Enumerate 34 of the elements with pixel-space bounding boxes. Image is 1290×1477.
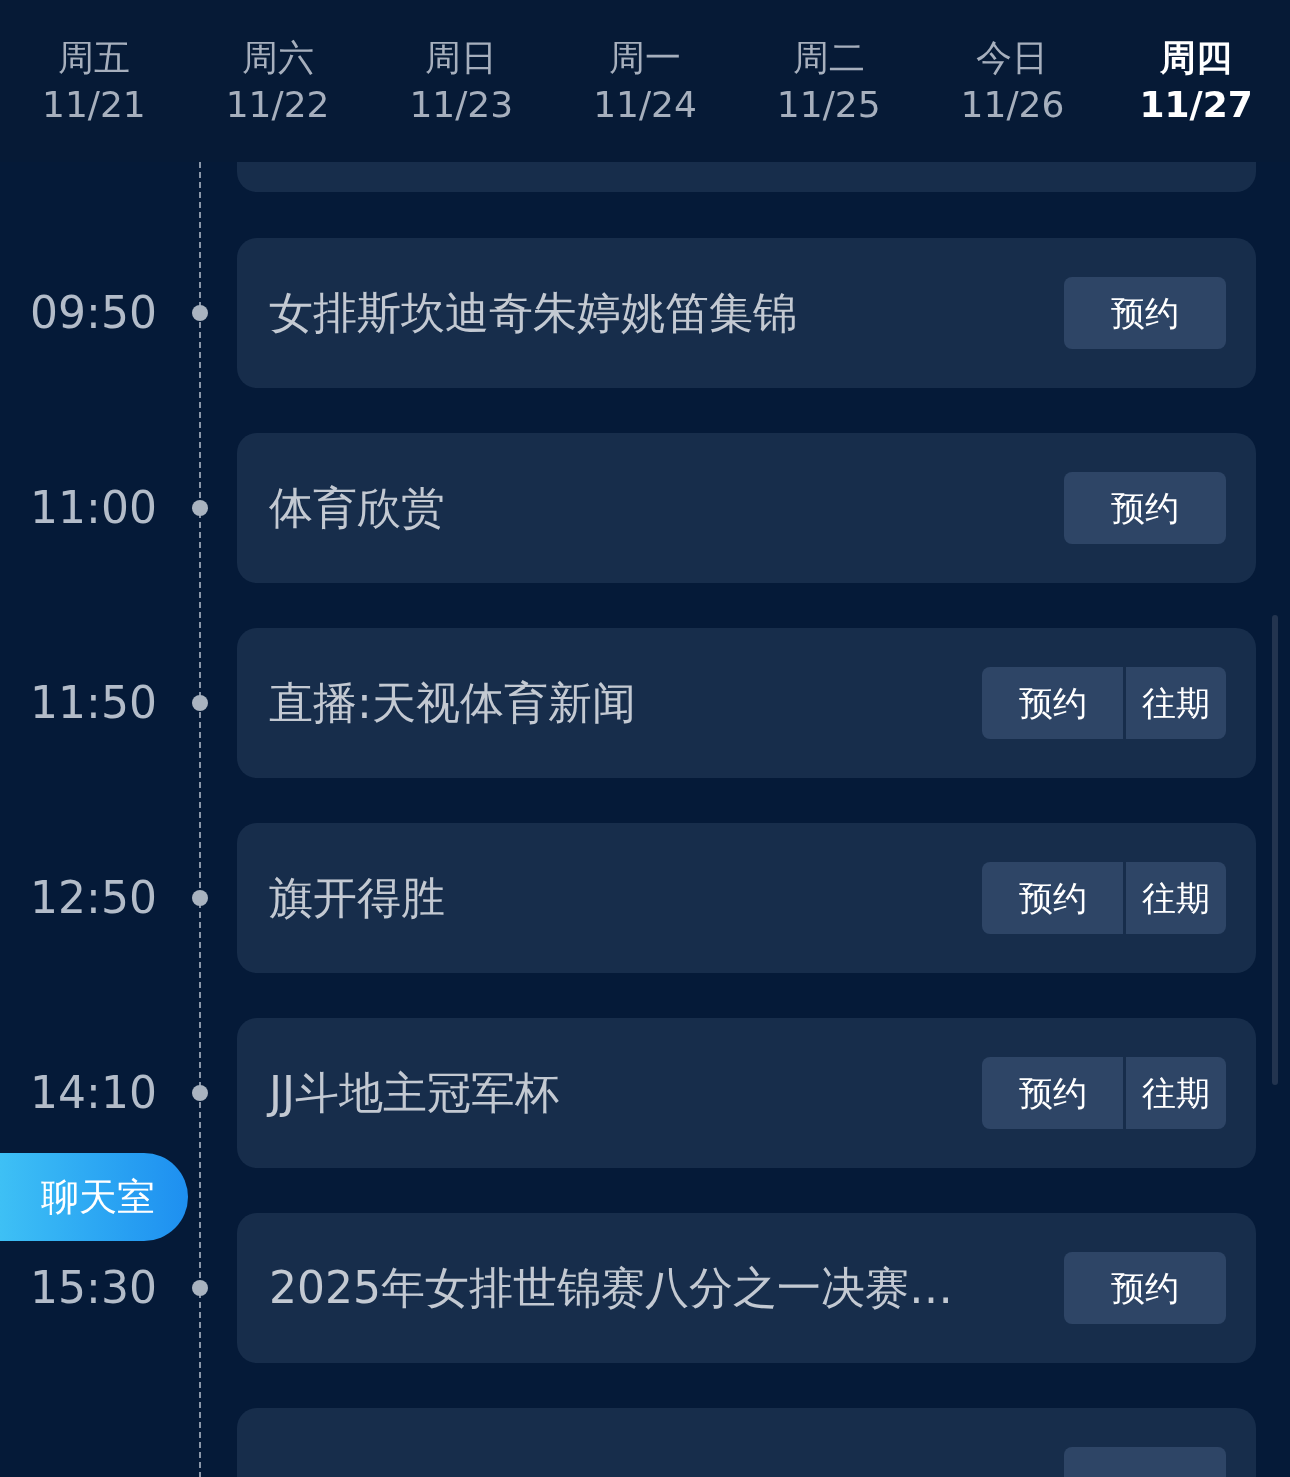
time-label: 11:00	[30, 481, 157, 535]
program-title: 2025年女排世锦赛八分之一决赛…	[269, 1261, 953, 1315]
program-title: 旗开得胜	[269, 871, 445, 925]
date-tab[interactable]: 今日 11/26	[920, 35, 1105, 127]
time-label: 09:50	[30, 286, 157, 340]
date-tab[interactable]: 周一 11/24	[553, 35, 737, 127]
date-tab[interactable]: 周二 11/25	[736, 35, 921, 127]
program-card[interactable]: 2025年女排世锦赛八分之一决赛… 预约	[237, 1213, 1256, 1363]
program-card[interactable]: 体育欣赏 预约	[237, 433, 1256, 583]
action-button[interactable]: 往期	[1126, 862, 1226, 934]
action-button[interactable]: 往期	[1126, 1057, 1226, 1129]
program-card[interactable]: 直播:天视体育新闻 预约 往期	[237, 628, 1256, 778]
program-card[interactable]: JJ斗地主冠军杯 预约 往期	[237, 1018, 1256, 1168]
time-label: 15:30	[30, 1261, 157, 1315]
program-title: 体育欣赏	[269, 481, 445, 535]
action-button[interactable]: 预约	[982, 667, 1123, 739]
time-label: 12:50	[30, 871, 157, 925]
date-tab[interactable]: 周五 11/21	[2, 35, 186, 127]
program-card[interactable]: 女排斯坎迪奇朱婷姚笛集锦 预约	[237, 238, 1256, 388]
date-tab[interactable]: 周日 11/23	[369, 35, 554, 127]
action-button[interactable]: 预约	[982, 862, 1123, 934]
time-label: 11:50	[30, 676, 157, 730]
program-title: 女排斯坎迪奇朱婷姚笛集锦	[269, 286, 797, 340]
action-button[interactable]: 预约	[1064, 472, 1226, 544]
date-tab[interactable]: 周六 11/22	[185, 35, 370, 127]
time-label: 14:10	[30, 1066, 157, 1120]
program-card[interactable]: 旗开得胜 预约 往期	[237, 823, 1256, 973]
program-title: 直播:天视体育新闻	[269, 676, 636, 730]
scrollbar[interactable]	[1272, 615, 1278, 1085]
action-button[interactable]: 预约	[982, 1057, 1123, 1129]
action-button[interactable]: 往期	[1126, 667, 1226, 739]
action-button[interactable]: 预约	[1064, 277, 1226, 349]
date-tab[interactable]: 周四 11/27	[1104, 35, 1289, 127]
action-button[interactable]: 预约	[1064, 1252, 1226, 1324]
